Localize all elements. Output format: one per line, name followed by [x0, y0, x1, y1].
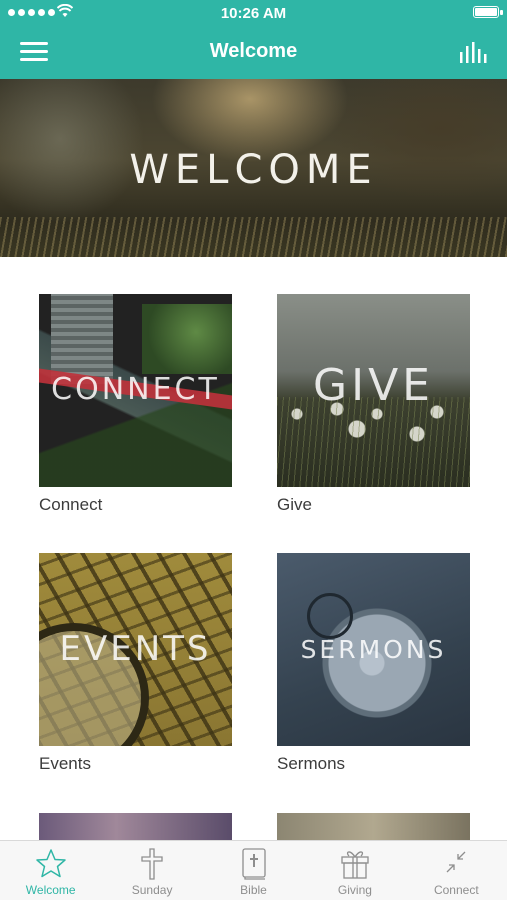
connect-tile[interactable]: CONNECT Connect [39, 294, 232, 514]
give-tile[interactable]: GIVE Give [277, 294, 470, 514]
tab-bible-label: Bible [240, 883, 267, 897]
events-tile-image: EVENTS [39, 553, 232, 746]
sermons-tile-overlay: SERMONS [300, 635, 447, 664]
connect-tile-overlay: CONNECT [51, 372, 220, 407]
hero-title: WELCOME [129, 147, 378, 193]
tab-welcome[interactable]: Welcome [0, 841, 101, 900]
star-icon [35, 849, 66, 878]
welcome-hero-banner: WELCOME [0, 79, 507, 257]
partial-tile-left[interactable] [39, 813, 232, 840]
tab-bible[interactable]: Bible [203, 841, 304, 900]
events-tile[interactable]: EVENTS Events [39, 553, 232, 773]
give-tile-overlay: GIVE [313, 360, 434, 411]
connect-tile-image: CONNECT [39, 294, 232, 487]
connect-arrows-icon [446, 851, 466, 873]
tab-giving-label: Giving [337, 883, 372, 897]
give-tile-caption: Give [277, 495, 312, 514]
gift-icon [341, 851, 369, 879]
status-bar: 10:26 AM [0, 0, 507, 26]
navigation-bar: Welcome [0, 26, 507, 79]
tab-sunday-label: Sunday [131, 883, 173, 897]
tab-bar: Welcome Sunday Bible Giving Connect [0, 840, 507, 900]
cross-icon [141, 848, 163, 880]
events-tile-overlay: EVENTS [59, 629, 212, 669]
bible-icon [241, 848, 266, 880]
events-tile-caption: Events [39, 754, 91, 773]
tab-connect-label: Connect [433, 883, 479, 897]
partial-tile-right[interactable] [277, 813, 470, 840]
tab-giving[interactable]: Giving [304, 841, 405, 900]
top-bar: 10:26 AM Welcome [0, 0, 507, 79]
status-time: 10:26 AM [220, 5, 287, 22]
sermons-tile-caption: Sermons [277, 754, 346, 773]
give-tile-image: GIVE [277, 294, 470, 487]
sermons-tile[interactable]: SERMONS Sermons [277, 553, 470, 773]
sermons-tile-image: SERMONS [277, 553, 470, 746]
connect-tile-caption: Connect [39, 495, 103, 514]
tab-welcome-label: Welcome [25, 883, 76, 897]
stats-icon[interactable] [459, 40, 489, 64]
page-title: Welcome [209, 40, 298, 62]
tab-sunday[interactable]: Sunday [101, 841, 202, 900]
tab-connect[interactable]: Connect [406, 841, 507, 900]
battery-icon [473, 6, 503, 18]
